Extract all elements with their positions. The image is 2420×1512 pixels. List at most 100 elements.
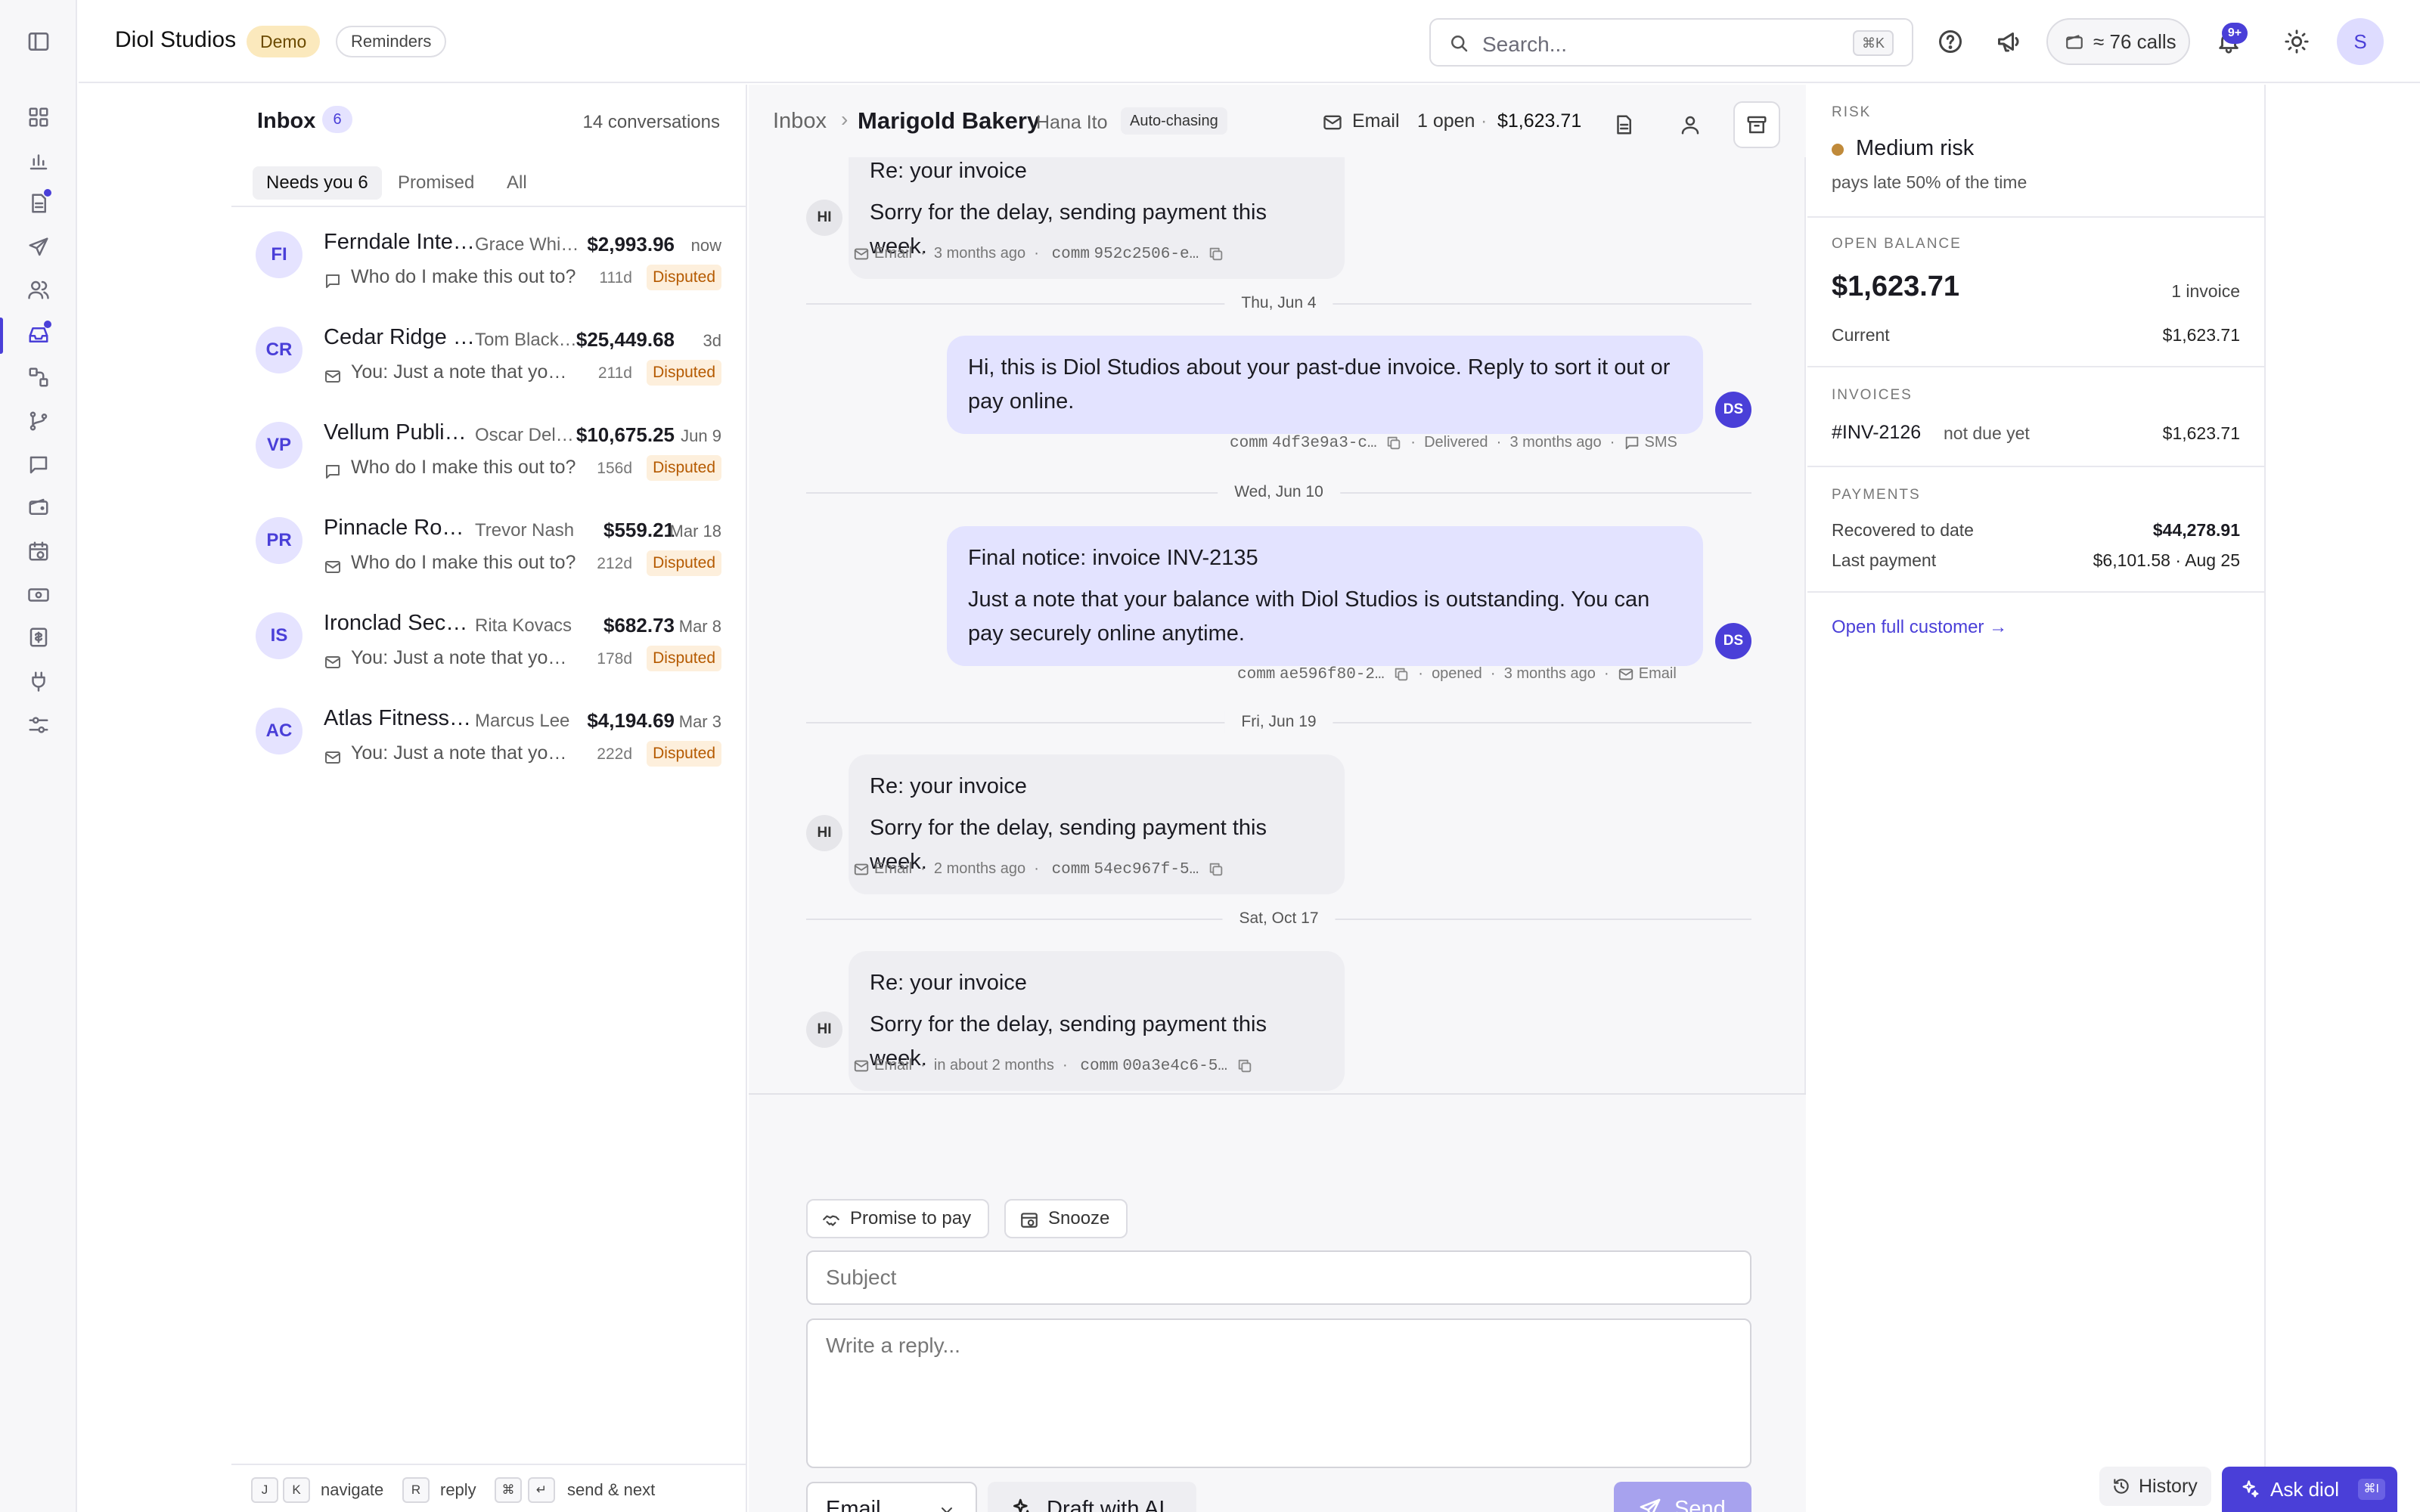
draft-with-ai-button[interactable]: Draft with AI (988, 1482, 1196, 1512)
tab-promised[interactable]: Promised (384, 166, 488, 200)
date-label: Sat, Oct 17 (1222, 907, 1336, 930)
copy-icon[interactable] (1208, 246, 1224, 262)
copy-icon[interactable] (1208, 861, 1224, 878)
current-label: Current (1832, 325, 1890, 345)
conversation-customer: Ferndale International (324, 230, 475, 254)
handshake-icon (821, 1210, 841, 1229)
customers-icon[interactable] (24, 275, 53, 304)
archive-icon[interactable] (1733, 101, 1780, 148)
promise-to-pay-button[interactable]: Promise to pay (806, 1199, 990, 1238)
mail-icon (324, 558, 342, 576)
document-icon[interactable] (1600, 101, 1647, 148)
user-avatar[interactable]: S (2337, 18, 2384, 65)
conversation-item[interactable]: FI Ferndale InternationalGrace Whitfield $… (231, 215, 747, 310)
dashboard-icon[interactable] (24, 103, 53, 132)
chat-icon (324, 463, 342, 481)
invoice-link[interactable]: #INV-2126 (1832, 422, 1921, 444)
snooze-button[interactable]: Snooze (1004, 1199, 1128, 1238)
sms-icon (1624, 435, 1640, 451)
conversation-item[interactable]: AC Atlas Fitness Co Marcus Lee $4,194.69 Mar… (231, 691, 747, 786)
copy-icon[interactable] (1393, 666, 1410, 683)
conversation-avatar: VP (256, 422, 302, 469)
comm-id: 00a3e4c6-5… (1122, 1058, 1227, 1075)
help-icon[interactable] (1934, 26, 1966, 57)
mail-icon (324, 653, 342, 671)
conversation-avatar: IS (256, 612, 302, 659)
search-input[interactable]: Search... (1482, 33, 1567, 57)
search-shortcut: ⌘K (1852, 30, 1894, 56)
campaigns-icon[interactable] (24, 233, 53, 262)
meta-time: 3 months ago (1503, 665, 1596, 682)
conversation-time: Mar 8 (678, 617, 721, 636)
draft-label: Draft with AI (1047, 1497, 1165, 1512)
mail-icon (324, 748, 342, 767)
mail-icon (1618, 666, 1634, 683)
contact-icon[interactable] (1667, 101, 1714, 148)
announcements-icon[interactable] (1993, 26, 2025, 57)
ask-diol-button[interactable]: Ask diol ⌘I (2222, 1467, 2397, 1512)
search-bar[interactable]: Search... ⌘K (1429, 18, 1913, 67)
channel-select[interactable]: Email (806, 1482, 977, 1512)
message-meta: comm ae596f80-2… · opened · 3 months ago… (1237, 665, 1677, 683)
conversation-item[interactable]: PR Pinnacle Roofing Trevor Nash $559.21 Mar … (231, 500, 747, 596)
conversation-customer: Cedar Ridge Partners (324, 325, 475, 349)
date-separator: Sat, Oct 17 (806, 907, 1751, 930)
messages-icon[interactable] (24, 451, 53, 479)
meta-channel: SMS (1644, 434, 1677, 451)
snooze-label: Snooze (1048, 1208, 1110, 1228)
mail-icon (853, 861, 870, 878)
recovered-value: $44,278.91 (2152, 520, 2240, 540)
conversation-item[interactable]: IS Ironclad Security Rita Kovacs $682.73 Mar… (231, 596, 747, 691)
key-cmd: ⌘ (495, 1477, 522, 1503)
message-subject: Re: your invoice (870, 159, 1027, 183)
ask-label: Ask diol (2270, 1478, 2340, 1501)
thread-balance: $1,623.71 (1497, 110, 1582, 132)
invoices-icon[interactable] (24, 189, 53, 218)
conversation-snippet: You: Just a note that your balance (351, 647, 576, 668)
conversation-contact: Tom Blackwood (475, 330, 581, 350)
channel-value: Email (826, 1497, 881, 1512)
schedule-icon[interactable] (24, 537, 53, 565)
comm-label: comm (1051, 246, 1090, 263)
breadcrumb-inbox[interactable]: Inbox (773, 109, 827, 134)
wallet-icon[interactable] (24, 493, 53, 522)
conversation-snippet: Who do I make this out to? (351, 266, 576, 287)
date-separator: Wed, Jun 10 (806, 481, 1751, 503)
analytics-icon[interactable] (24, 147, 53, 175)
reply-composer: Promise to pay Snooze Subject Write a re… (749, 1093, 1806, 1512)
conversation-item[interactable]: VP Vellum PublishingOscar Delgado$10,675.… (231, 405, 747, 500)
reminders-button[interactable]: Reminders (336, 26, 447, 57)
theme-toggle-icon[interactable] (2281, 26, 2313, 57)
conversation-customer: Ironclad Security (324, 611, 475, 635)
settings-icon[interactable] (24, 711, 53, 739)
workflows-icon[interactable] (24, 363, 53, 392)
inbox-count-badge: 6 (322, 106, 352, 133)
conversation-item[interactable]: CR Cedar Ridge PartnersTom Blackwood$25,4… (231, 310, 747, 405)
conversation-time: 3d (703, 331, 721, 350)
send-button[interactable]: Send (1614, 1482, 1751, 1512)
comm-label: comm (1051, 861, 1090, 878)
open-full-customer-link[interactable]: Open full customer → (1832, 617, 2007, 638)
sender-avatar: HI (806, 1012, 842, 1048)
status-badge: Disputed (647, 550, 721, 576)
sidebar-toggle-icon[interactable] (24, 27, 53, 56)
inbox-icon[interactable] (24, 321, 53, 349)
message-meta: Email · 3 months ago · comm 952c2506-e… (853, 245, 1224, 263)
reply-textarea[interactable]: Write a reply... (806, 1318, 1751, 1468)
payments-icon[interactable] (24, 581, 53, 609)
branches-icon[interactable] (24, 407, 53, 435)
delivery-status: Delivered (1424, 434, 1488, 451)
calls-credit[interactable]: ≈ 76 calls (2046, 18, 2190, 65)
date-label: Thu, Jun 4 (1224, 292, 1333, 314)
copy-icon[interactable] (1236, 1058, 1253, 1074)
history-button[interactable]: History (2099, 1467, 2211, 1506)
integrations-icon[interactable] (24, 667, 53, 696)
copy-icon[interactable] (1385, 435, 1402, 451)
tab-needs-you[interactable]: Needs you 6 (253, 166, 382, 200)
billing-icon[interactable] (24, 623, 53, 652)
open-count: 1 open (1417, 110, 1475, 132)
inbox-panel: Inbox 6 14 conversations Needs you 6 Pro… (231, 85, 747, 1512)
thread-channel: Email (1352, 110, 1400, 132)
tab-all[interactable]: All (493, 166, 541, 200)
subject-field[interactable]: Subject (806, 1250, 1751, 1305)
